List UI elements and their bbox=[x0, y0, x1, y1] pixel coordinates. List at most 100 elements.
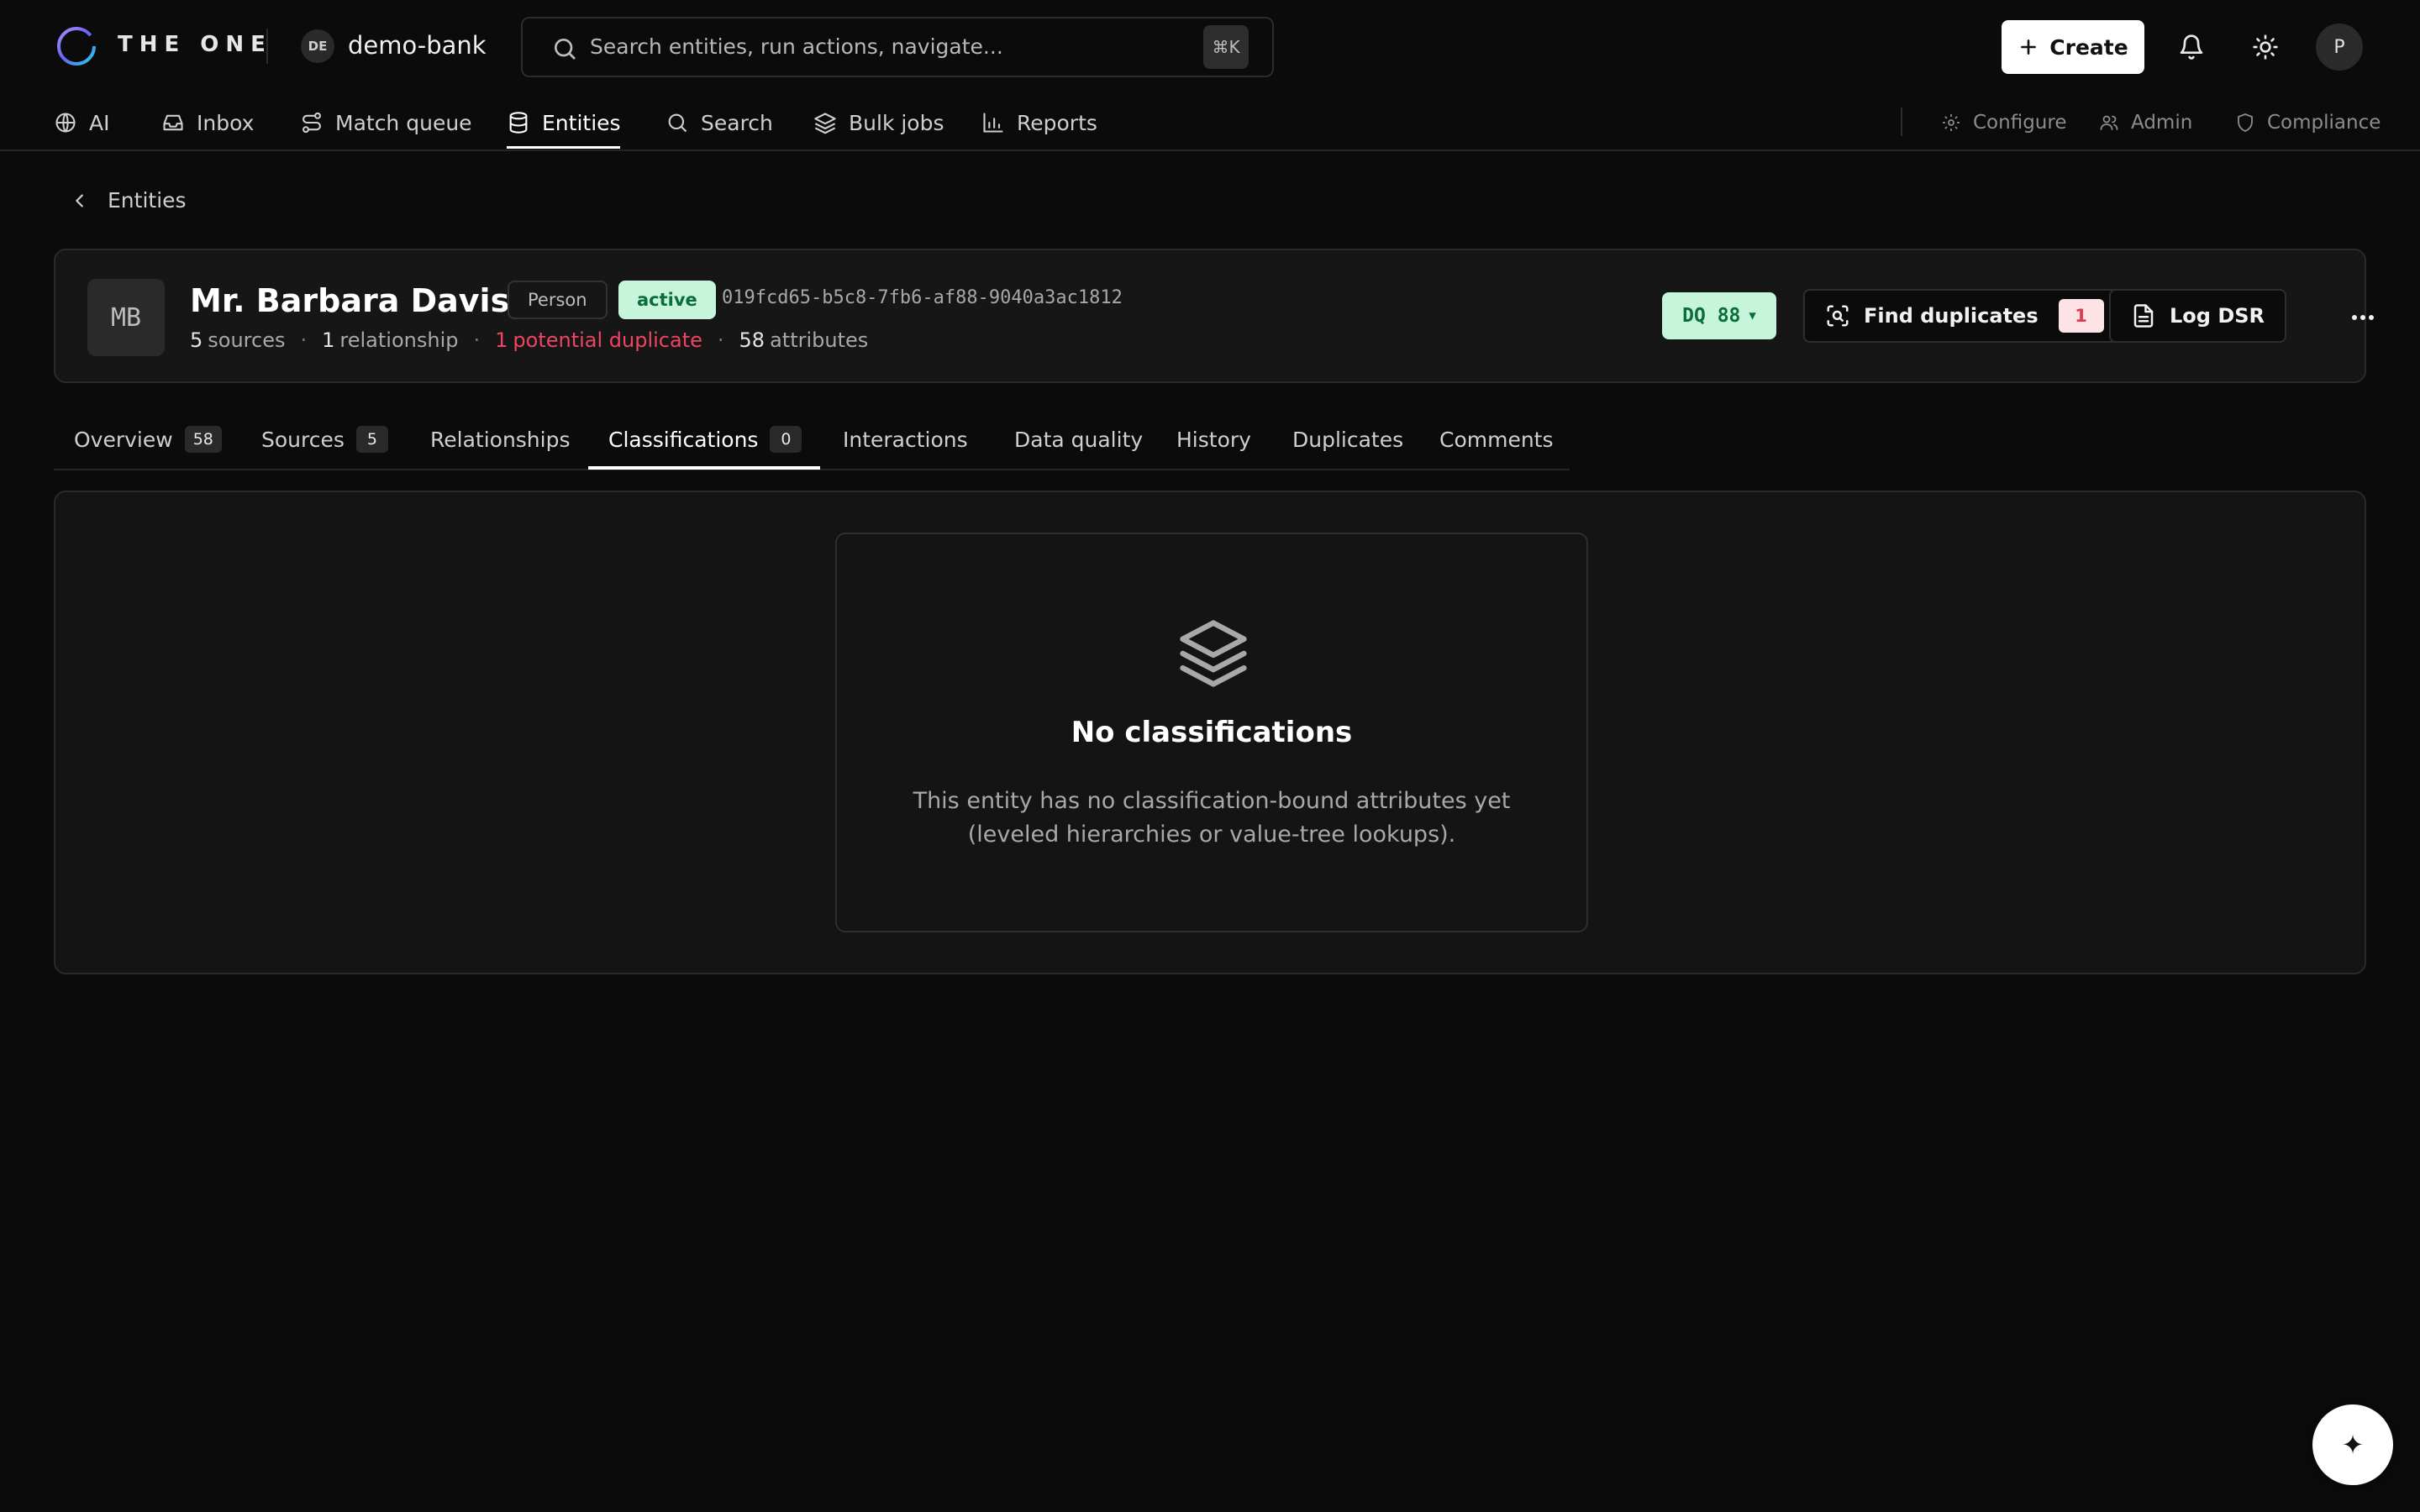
assistant-fab[interactable]: ✦ bbox=[2312, 1404, 2393, 1485]
separator-dot: · bbox=[473, 328, 481, 352]
sources-count: 5 bbox=[190, 328, 203, 352]
classifications-panel: No classifications This entity has no cl… bbox=[54, 491, 2366, 974]
nav-item-configure[interactable]: Configure bbox=[1941, 106, 2066, 139]
tab-count-badge: 0 bbox=[770, 426, 802, 453]
tab-relationships[interactable]: Relationships bbox=[430, 422, 571, 457]
workspace-name[interactable]: demo-bank bbox=[348, 31, 487, 60]
nav-label: Search bbox=[701, 110, 773, 135]
divider bbox=[266, 29, 268, 64]
log-dsr-button[interactable]: Log DSR bbox=[2109, 289, 2287, 343]
tab-label: Relationships bbox=[430, 427, 571, 452]
notifications-button[interactable] bbox=[2168, 24, 2215, 71]
sources-label: sources bbox=[208, 328, 286, 352]
meta-attributes[interactable]: 58 attributes bbox=[739, 328, 869, 352]
log-dsr-label: Log DSR bbox=[2170, 304, 2265, 328]
nav-label: Compliance bbox=[2267, 112, 2381, 134]
entity-header-card: MB Mr. Barbara Davis Person active 019fc… bbox=[54, 249, 2374, 383]
nav-item-admin[interactable]: Admin bbox=[2099, 106, 2192, 139]
nav-item-bulk-jobs[interactable]: Bulk jobs bbox=[813, 106, 944, 139]
top-bar: THE ONE DE demo-bank Search entities, ru… bbox=[0, 0, 2420, 94]
relationships-count: 1 bbox=[322, 328, 335, 352]
database-icon bbox=[509, 112, 528, 134]
tab-overview[interactable]: Overview 58 bbox=[74, 422, 222, 457]
shield-icon bbox=[2238, 113, 2253, 132]
layers-icon bbox=[1175, 615, 1252, 692]
dq-label: DQ 88 bbox=[1682, 305, 1741, 327]
more-horizontal-icon bbox=[2352, 315, 2374, 320]
nav-item-ai[interactable]: AI bbox=[54, 106, 109, 139]
tab-interactions[interactable]: Interactions bbox=[843, 422, 968, 457]
workspace-badge[interactable]: DE bbox=[301, 29, 334, 63]
tab-label: History bbox=[1176, 427, 1251, 452]
entity-meta: 5 sources · 1 relationship · 1 potential du… bbox=[190, 328, 868, 352]
tab-duplicates[interactable]: Duplicates bbox=[1292, 422, 1403, 457]
meta-relationships[interactable]: 1 relationship bbox=[322, 328, 458, 352]
nav-item-search[interactable]: Search bbox=[666, 106, 773, 139]
attributes-label: attributes bbox=[770, 328, 869, 352]
tab-classifications[interactable]: Classifications 0 bbox=[608, 422, 802, 457]
search-placeholder: Search entities, run actions, navigate..… bbox=[590, 34, 1003, 59]
route-icon bbox=[302, 112, 321, 134]
nav-label: Inbox bbox=[197, 110, 255, 135]
relationships-label: relationship bbox=[339, 328, 459, 352]
nav-item-inbox[interactable]: Inbox bbox=[161, 106, 254, 139]
duplicates-label: potential duplicate bbox=[513, 328, 702, 352]
user-avatar[interactable]: P bbox=[2316, 24, 2363, 71]
breadcrumb-back[interactable]: Entities bbox=[71, 188, 187, 213]
duplicates-count: 1 bbox=[495, 328, 508, 352]
tab-label: Interactions bbox=[843, 427, 968, 452]
inbox-icon bbox=[163, 114, 183, 131]
bar-chart-icon bbox=[983, 113, 1003, 133]
entity-type-badge: Person bbox=[508, 281, 608, 319]
chevron-left-icon bbox=[76, 193, 83, 207]
nav-item-match-queue[interactable]: Match queue bbox=[300, 106, 472, 139]
tab-label: Duplicates bbox=[1292, 427, 1404, 452]
meta-sources[interactable]: 5 sources bbox=[190, 328, 285, 352]
nav-label: Match queue bbox=[335, 110, 472, 135]
nav-label: AI bbox=[89, 110, 110, 135]
empty-state-card: No classifications This entity has no cl… bbox=[835, 533, 1588, 932]
duplicates-count-badge: 1 bbox=[2058, 299, 2104, 333]
entity-avatar: MB bbox=[87, 279, 165, 356]
plus-icon bbox=[2021, 39, 2037, 55]
create-button[interactable]: Create bbox=[2002, 20, 2144, 74]
separator-dot: · bbox=[717, 328, 724, 352]
attributes-count: 58 bbox=[739, 328, 765, 352]
nav-item-compliance[interactable]: Compliance bbox=[2235, 106, 2381, 139]
search-icon bbox=[668, 113, 687, 133]
nav-label: Admin bbox=[2131, 112, 2193, 134]
find-duplicates-button[interactable]: Find duplicates 1 bbox=[1803, 289, 2126, 343]
theme-toggle-button[interactable] bbox=[2242, 24, 2289, 71]
globe-icon bbox=[55, 113, 76, 133]
entity-name: Mr. Barbara Davis bbox=[190, 282, 510, 319]
tab-label: Classifications bbox=[608, 427, 759, 452]
tab-history[interactable]: History bbox=[1176, 422, 1251, 457]
create-label: Create bbox=[2049, 34, 2128, 60]
logo-icon[interactable] bbox=[55, 25, 97, 67]
more-actions-button[interactable] bbox=[2338, 301, 2388, 334]
entity-tabs: Overview 58 Sources 5 Relationships Clas… bbox=[54, 407, 1570, 470]
separator-dot: · bbox=[300, 328, 308, 352]
tab-count-badge: 58 bbox=[184, 426, 222, 453]
command-search[interactable]: Search entities, run actions, navigate..… bbox=[521, 17, 1274, 77]
tab-label: Data quality bbox=[1014, 427, 1144, 452]
dq-score-dropdown[interactable]: DQ 88 ▼ bbox=[1662, 292, 1776, 339]
tab-data-quality[interactable]: Data quality bbox=[1014, 422, 1143, 457]
document-icon bbox=[2133, 304, 2154, 328]
active-nav-indicator bbox=[507, 146, 620, 149]
find-duplicates-label: Find duplicates bbox=[1864, 304, 2039, 328]
nav-item-entities[interactable]: Entities bbox=[507, 106, 621, 139]
nav-label: Entities bbox=[542, 110, 621, 135]
meta-duplicates[interactable]: 1 potential duplicate bbox=[495, 328, 702, 352]
breadcrumb-label: Entities bbox=[108, 188, 187, 213]
entity-id[interactable]: 019fcd65-b5c8-7fb6-af88-9040a3ac1812 bbox=[722, 287, 1123, 308]
empty-state-title: No classifications bbox=[1071, 716, 1353, 749]
tab-label: Comments bbox=[1439, 427, 1554, 452]
scan-search-icon bbox=[1827, 305, 1849, 327]
sparkle-icon: ✦ bbox=[2341, 1429, 2365, 1461]
tab-comments[interactable]: Comments bbox=[1439, 422, 1554, 457]
search-icon bbox=[551, 35, 578, 62]
tab-sources[interactable]: Sources 5 bbox=[261, 422, 388, 457]
nav-item-reports[interactable]: Reports bbox=[981, 106, 1097, 139]
nav-label: Bulk jobs bbox=[849, 110, 944, 135]
